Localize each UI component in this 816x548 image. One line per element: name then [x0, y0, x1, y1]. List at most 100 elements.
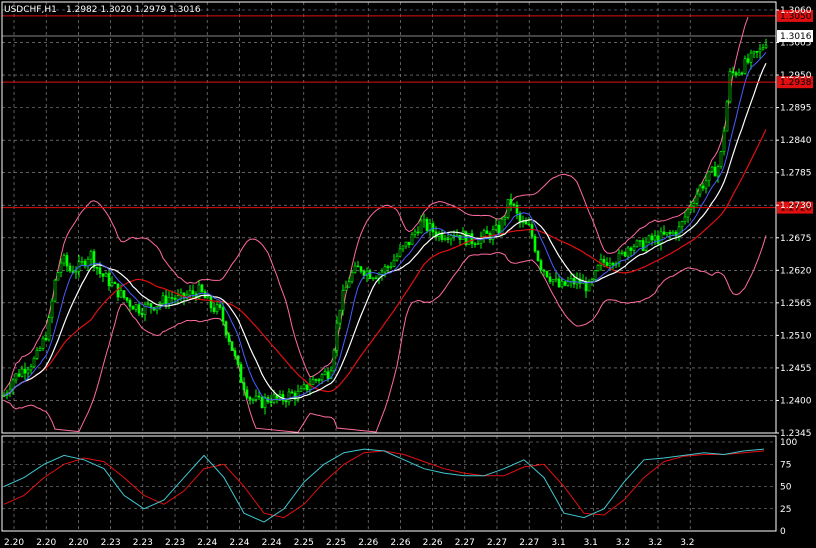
candle-body	[698, 185, 702, 195]
candle-body	[320, 374, 324, 381]
candle-body	[236, 355, 240, 365]
candle-body	[200, 284, 204, 292]
candle-body	[260, 396, 264, 408]
chart-canvas[interactable]: 1.30501.29381.27261.3016 2.20 2.20 2.20 2.2…	[0, 0, 816, 548]
candle-body	[728, 71, 732, 103]
candle-body	[752, 51, 756, 54]
time-tick-label: 3.2	[616, 538, 630, 548]
ma-mid-line	[3, 63, 767, 400]
price-tick-label: 1.2950	[780, 71, 812, 81]
osc-tick-label: 75	[780, 460, 791, 470]
candle-body	[371, 277, 375, 280]
candle-body	[203, 291, 207, 299]
candle-body	[629, 247, 633, 251]
candle-body	[494, 224, 498, 230]
candle-body	[44, 337, 48, 341]
candle-body	[722, 130, 726, 152]
horizontal-levels: 1.30501.29381.27261.3016	[2, 9, 813, 214]
candle-body	[398, 248, 402, 257]
candle-body	[419, 220, 423, 234]
candle-body	[506, 199, 510, 218]
candle-body	[758, 48, 762, 53]
candle-body	[242, 382, 246, 391]
candle-body	[554, 278, 558, 281]
candle-body	[344, 286, 348, 291]
candle-body	[17, 373, 21, 377]
candle-body	[257, 395, 261, 398]
candle-body	[251, 399, 255, 401]
candle-body	[635, 240, 639, 248]
time-tick-label: 2.24	[262, 538, 282, 548]
candle-body	[233, 350, 237, 357]
candle-body	[515, 205, 519, 214]
candle-body	[32, 357, 36, 368]
price-tick-label: 1.2730	[780, 201, 812, 211]
candle-body	[596, 264, 600, 272]
candle-body	[134, 304, 138, 310]
candle-body	[719, 151, 723, 167]
stoch-main-line	[3, 448, 765, 523]
candle-body	[350, 272, 354, 282]
candle-body	[326, 371, 330, 379]
candle-body	[338, 309, 342, 324]
time-tick-label: 2.26	[358, 538, 378, 548]
candle-body	[224, 321, 228, 336]
price-tick-label: 1.2675	[780, 234, 812, 244]
candle-body	[287, 391, 291, 403]
candle-body	[59, 262, 63, 273]
candle-body	[605, 262, 609, 266]
candle-body	[89, 251, 93, 260]
candle-body	[593, 270, 597, 280]
candle-body	[473, 243, 477, 245]
candle-body	[641, 240, 645, 251]
time-tick-label: 2.24	[229, 538, 249, 548]
candle-body	[101, 273, 105, 277]
candle-body	[392, 259, 396, 267]
candle-body	[119, 290, 123, 298]
candle-body	[272, 394, 276, 403]
time-tick-label: 2.27	[455, 538, 475, 548]
candle-body	[38, 348, 42, 351]
candle-body	[710, 166, 714, 172]
candle-body	[509, 199, 513, 205]
price-tick-label: 1.2620	[780, 266, 812, 276]
candle-body	[98, 267, 102, 275]
candle-body	[626, 247, 630, 257]
candle-body	[269, 401, 273, 403]
candle-body	[386, 266, 390, 268]
candle-body	[323, 371, 327, 376]
stoch-signal-line	[3, 450, 765, 519]
candle-body	[590, 279, 594, 282]
candle-body	[221, 307, 225, 322]
candle-body	[239, 364, 243, 383]
candle-body	[254, 395, 258, 400]
candles	[2, 38, 768, 415]
candle-body	[290, 391, 294, 394]
candle-body	[137, 304, 141, 314]
candle-body	[695, 193, 699, 204]
candle-body	[380, 271, 384, 275]
price-tick-label: 1.2510	[780, 331, 812, 341]
candle-body	[647, 235, 651, 243]
candle-body	[11, 379, 15, 390]
candle-body	[761, 47, 765, 50]
candle-body	[650, 235, 654, 241]
price-tick-label: 1.2785	[780, 169, 812, 179]
candle-body	[107, 273, 111, 287]
candle-body	[149, 303, 153, 308]
time-tick-label: 2.20	[36, 538, 56, 548]
moving-averages	[3, 52, 767, 401]
trading-chart-window[interactable]: 1.3050 1.2938 1.2726 1.3016 2.20 2.20 2.20 2.2…	[0, 0, 816, 548]
time-tick-label: 3.2	[680, 538, 694, 548]
labels: USDCHF,H1 1.2982 1.3020 1.2979 1.3016	[4, 5, 201, 15]
candle-body	[305, 384, 309, 390]
candle-body	[407, 241, 411, 246]
candle-body	[740, 72, 744, 75]
candle-body	[362, 270, 366, 276]
candle-body	[62, 255, 66, 264]
candle-body	[533, 236, 537, 252]
candle-body	[470, 233, 474, 244]
candle-body	[527, 223, 531, 226]
candle-body	[566, 281, 570, 286]
ma-fast-line	[3, 52, 767, 401]
